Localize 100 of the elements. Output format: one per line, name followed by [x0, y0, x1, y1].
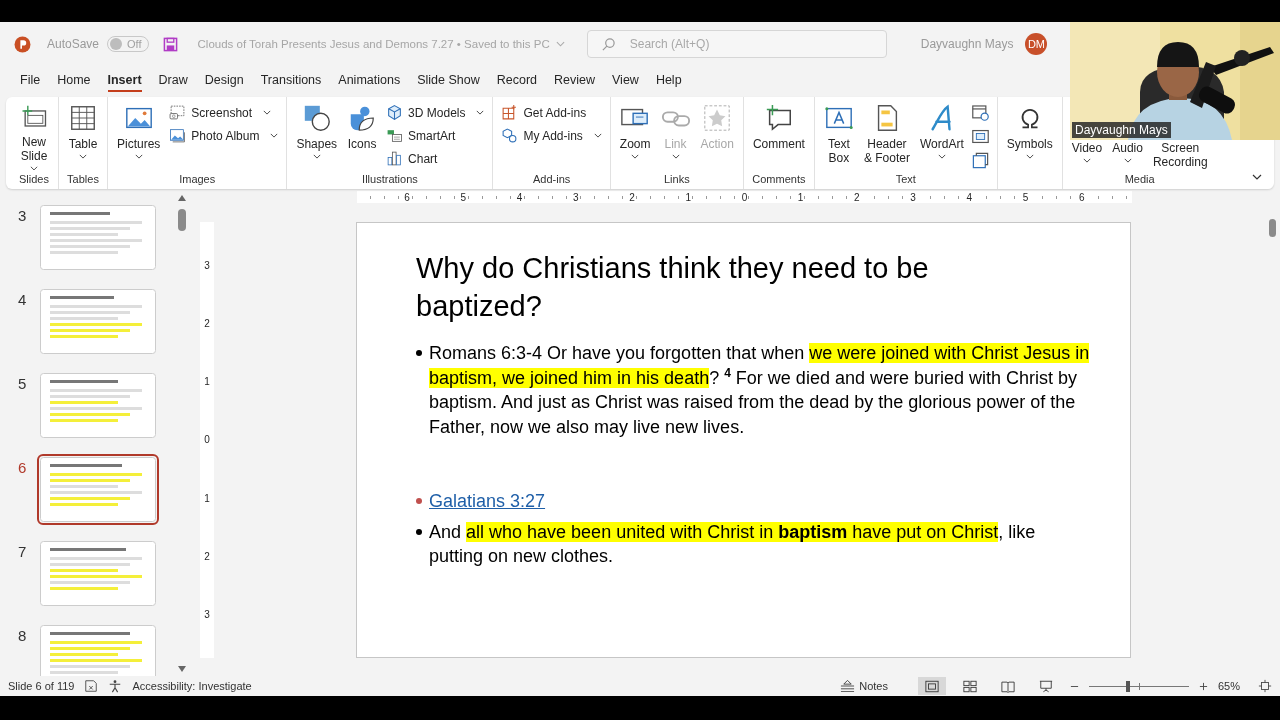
ribbon-button[interactable]: 3D Models: [384, 101, 487, 124]
ruler-number: 4: [515, 191, 524, 203]
ruler-number: 2: [628, 191, 636, 203]
ribbon-button[interactable]: Chart: [384, 147, 487, 170]
ribbon-button[interactable]: Get Add-ins: [499, 101, 604, 124]
accessibility-icon[interactable]: [108, 679, 123, 693]
bullet-text: Romans 6:3-4 Or have you forgotten that when we were joined with Christ Jesus in baptism, we joined him in his death? $^{4}$ For we died and were buried with Christ by baptism. And just as Christ was raised from the dead by the glorious power of the Father, now we also may live new lives.: [429, 342, 1090, 439]
slide-thumbnail[interactable]: [40, 625, 156, 676]
ribbon-button[interactable]: Screenshot: [167, 101, 281, 124]
fit-to-window-icon[interactable]: [1258, 679, 1272, 693]
ribbon-button[interactable]: SmartArt: [384, 124, 487, 147]
slide-number: 3: [18, 206, 28, 225]
ribbon-button[interactable]: WordArt: [916, 101, 967, 171]
ruler-number: 3: [572, 191, 580, 203]
ribbon-button[interactable]: Symbols: [1003, 101, 1056, 171]
view-button[interactable]: [918, 677, 946, 695]
ruler-number: 3: [909, 191, 917, 203]
group-label: Slides: [19, 173, 49, 187]
slide-thumbnail[interactable]: [40, 289, 156, 354]
user-avatar[interactable]: DM: [1025, 33, 1048, 55]
bullet-text: And all who have been united with Christ in baptism have put on Christ, like putting on new clothes.: [429, 520, 1037, 568]
window-button[interactable]: [970, 151, 991, 170]
ribbon-button[interactable]: Video: [1068, 141, 1106, 171]
slide-thumbnail[interactable]: [40, 373, 156, 438]
shapes-outline-icon: [501, 127, 519, 144]
ribbon-button[interactable]: Icons: [344, 101, 381, 171]
caret-icon: [671, 154, 680, 159]
ribbon-button[interactable]: Text Box: [820, 101, 857, 171]
caret-icon: [1025, 154, 1034, 159]
slide-title: Why do Christians think they need to be baptized?: [416, 251, 930, 324]
caret-icon: [593, 133, 602, 138]
slide-number: 4: [18, 290, 28, 309]
caret-icon: [555, 41, 565, 47]
ruler-number: 0: [204, 434, 210, 446]
menu-tab[interactable]: Home: [49, 68, 99, 92]
scripture-link[interactable]: Galatians 3:27: [429, 489, 546, 514]
calendar-button[interactable]: [970, 103, 991, 122]
ribbon-button[interactable]: Photo Album: [167, 124, 281, 147]
ribbon-button[interactable]: New Slide: [16, 101, 52, 171]
ribbon-button[interactable]: Zoom: [616, 101, 654, 171]
ribbon-button[interactable]: Header & Footer: [860, 101, 913, 171]
collapse-ribbon-icon[interactable]: [1252, 174, 1262, 180]
scroll-down-icon[interactable]: [178, 666, 186, 672]
scroll-up-icon[interactable]: [178, 195, 186, 201]
slide-position: Slide 6 of 119: [8, 680, 75, 692]
grid-view-icon: [963, 679, 977, 693]
search-field[interactable]: Search (Alt+Q): [586, 30, 887, 58]
menu-tab[interactable]: Review: [546, 68, 603, 92]
menu-tab[interactable]: Insert: [99, 68, 150, 92]
slide-number: 6: [18, 458, 28, 477]
ruler-number: 2: [204, 317, 210, 329]
menu-tab[interactable]: View: [604, 68, 647, 92]
menu-tab[interactable]: Record: [488, 68, 545, 92]
menu-tab[interactable]: Animations: [330, 68, 409, 92]
menu-tab[interactable]: Help: [647, 68, 690, 92]
ruler-number: 6: [403, 191, 411, 203]
ruler-number: 1: [684, 191, 692, 203]
slide-thumbnail[interactable]: [40, 541, 156, 606]
normal-view-icon: [925, 679, 939, 693]
menu-tab[interactable]: Design: [196, 68, 252, 92]
ruler-number: 4: [965, 191, 974, 203]
slide-thumbnail[interactable]: [40, 457, 156, 522]
group-label: Illustrations: [362, 173, 418, 187]
save-icon[interactable]: [162, 36, 178, 52]
ribbon-button[interactable]: Comment: [749, 101, 808, 171]
ribbon-button[interactable]: Audio: [1109, 141, 1146, 171]
slide-thumbnail[interactable]: [40, 205, 156, 270]
presentation-icon: [1039, 679, 1053, 693]
menu-tab[interactable]: Transitions: [252, 68, 330, 92]
caret-icon: [270, 133, 279, 138]
bullet-dot: [416, 528, 422, 535]
caret-icon: [30, 166, 38, 171]
scroll-thumb[interactable]: [1269, 219, 1276, 237]
ribbon-button[interactable]: Pictures: [114, 101, 164, 171]
ribbon-button[interactable]: Table: [65, 101, 101, 171]
menu-tab[interactable]: Slide Show: [409, 68, 488, 92]
caret-icon: [79, 154, 87, 159]
scroll-thumb[interactable]: [178, 209, 186, 231]
ruler-number: 2: [204, 551, 210, 563]
caret-icon: [312, 154, 321, 159]
diagram-icon: [386, 127, 404, 144]
spellcheck-icon[interactable]: [84, 679, 99, 693]
framed-slide-button[interactable]: [970, 127, 991, 146]
ruler-number: 3: [204, 609, 210, 621]
ribbon-button[interactable]: Shapes: [293, 101, 341, 171]
book-view-icon: [1001, 679, 1015, 693]
notes-button[interactable]: Notes: [840, 680, 888, 692]
caret-icon: [476, 110, 485, 115]
zoom-level[interactable]: 65%: [1218, 680, 1248, 692]
bullet-dot: [416, 350, 422, 356]
zoom-slider[interactable]: [1089, 679, 1189, 693]
zoom-in-icon[interactable]: [1199, 681, 1208, 691]
ruler-number: 3: [204, 259, 210, 271]
menu-tab[interactable]: File: [12, 68, 49, 92]
accessibility-status[interactable]: Accessibility: Investigate: [132, 680, 252, 692]
ruler-number: 5: [459, 191, 468, 203]
ribbon-button[interactable]: Screen Recording: [1149, 141, 1211, 171]
ribbon-button[interactable]: My Add-ins: [499, 124, 604, 147]
group-label: Media: [1124, 173, 1155, 187]
menu-tab[interactable]: Draw: [150, 68, 196, 92]
